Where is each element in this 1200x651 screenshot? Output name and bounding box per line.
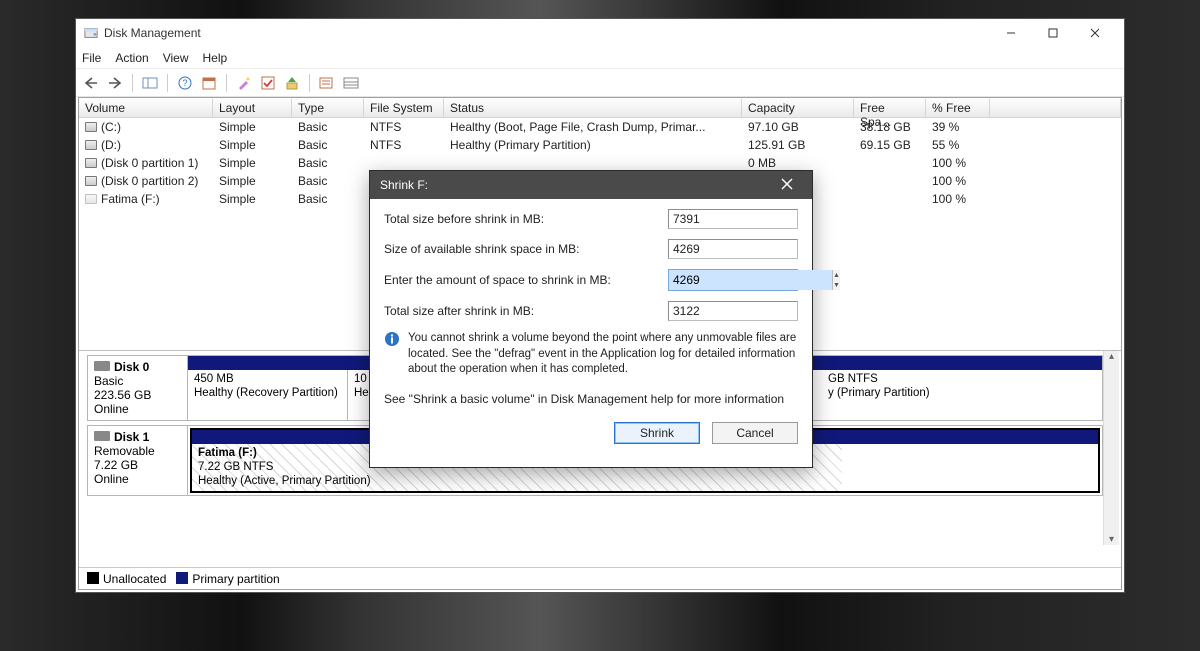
disk-name: Disk 0 (114, 360, 149, 374)
part-line2: y (Primary Partition) (828, 387, 1096, 401)
app-icon (84, 26, 98, 40)
col-volume[interactable]: Volume (79, 98, 213, 118)
scroll-down-icon[interactable]: ▾ (1109, 534, 1114, 545)
part-line1: GB NTFS (828, 373, 1096, 387)
menu-view[interactable]: View (163, 51, 189, 65)
col-free[interactable]: Free Spa... (854, 98, 926, 118)
shrink-amount-stepper[interactable]: ▲ ▼ (668, 269, 798, 291)
legend-unallocated: Unallocated (87, 572, 166, 586)
scrollbar[interactable]: ▴ ▾ (1103, 351, 1119, 545)
volume-icon (85, 176, 97, 186)
col-capacity[interactable]: Capacity (742, 98, 854, 118)
disk1-info: Disk 1 Removable 7.22 GB Online (88, 426, 188, 495)
label-after: Total size after shrink in MB: (384, 304, 668, 318)
label-total-before: Total size before shrink in MB: (384, 212, 668, 226)
value-total-before: 7391 (668, 209, 798, 229)
dialog-note: You cannot shrink a volume beyond the po… (408, 331, 798, 378)
disk0-part0[interactable]: 450 MB Healthy (Recovery Partition) (188, 370, 348, 420)
disk-state: Online (94, 402, 181, 416)
label-avail: Size of available shrink space in MB: (384, 242, 668, 256)
volume-icon (85, 158, 97, 168)
label-enter: Enter the amount of space to shrink in M… (384, 273, 668, 287)
properties-icon[interactable] (318, 74, 336, 92)
close-button[interactable] (1074, 19, 1116, 47)
info-icon (384, 331, 400, 347)
volume-icon (85, 140, 97, 150)
col-fs[interactable]: File System (364, 98, 444, 118)
disk-type: Basic (94, 374, 181, 388)
volume-icon (85, 122, 97, 132)
col-type[interactable]: Type (292, 98, 364, 118)
minimize-button[interactable] (990, 19, 1032, 47)
shrink-dialog: Shrink F: Total size before shrink in MB… (369, 170, 813, 468)
close-icon (781, 178, 793, 190)
table-row[interactable]: (C:)SimpleBasicNTFSHealthy (Boot, Page F… (79, 118, 1121, 136)
disk-size: 7.22 GB (94, 458, 181, 472)
dialog-close-button[interactable] (772, 177, 802, 193)
help-icon[interactable]: ? (176, 74, 194, 92)
swatch-blue (176, 572, 188, 584)
disk-state: Online (94, 472, 181, 486)
calendar-icon[interactable] (200, 74, 218, 92)
titlebar[interactable]: Disk Management (76, 19, 1124, 47)
grid-header: Volume Layout Type File System Status Ca… (79, 98, 1121, 118)
disk-type: Removable (94, 444, 181, 458)
stepper-up-icon[interactable]: ▲ (833, 270, 840, 280)
part-line3: Healthy (Active, Primary Partition) (198, 475, 836, 489)
forward-icon[interactable] (106, 74, 124, 92)
dialog-titlebar[interactable]: Shrink F: (370, 171, 812, 199)
col-spacer (990, 98, 1121, 118)
scroll-up-icon[interactable]: ▴ (1109, 351, 1114, 362)
cancel-button[interactable]: Cancel (712, 422, 798, 444)
table-row[interactable]: (D:)SimpleBasicNTFSHealthy (Primary Part… (79, 136, 1121, 154)
menu-file[interactable]: File (82, 51, 101, 65)
legend-primary: Primary partition (176, 572, 279, 586)
col-layout[interactable]: Layout (213, 98, 292, 118)
menu-action[interactable]: Action (115, 51, 148, 65)
part-status: Healthy (Recovery Partition) (194, 387, 341, 401)
show-hide-tree-icon[interactable] (141, 74, 159, 92)
stepper-down-icon[interactable]: ▼ (833, 280, 840, 290)
disk-name: Disk 1 (114, 430, 149, 444)
value-avail: 4269 (668, 239, 798, 259)
list-view-icon[interactable] (342, 74, 360, 92)
menubar: File Action View Help (76, 47, 1124, 69)
window-title: Disk Management (104, 26, 990, 40)
back-icon[interactable] (82, 74, 100, 92)
legend: Unallocated Primary partition (79, 567, 1121, 589)
wizard-icon[interactable] (235, 74, 253, 92)
part-size: 450 MB (194, 373, 341, 387)
disk-icon (94, 361, 110, 371)
svg-text:?: ? (182, 78, 187, 88)
col-status[interactable]: Status (444, 98, 742, 118)
toolbar: ? (76, 69, 1124, 97)
value-after: 3122 (668, 301, 798, 321)
dialog-title: Shrink F: (380, 178, 772, 192)
check-icon[interactable] (259, 74, 277, 92)
disk-size: 223.56 GB (94, 388, 181, 402)
col-pctfree[interactable]: % Free (926, 98, 990, 118)
volume-icon (85, 194, 97, 204)
menu-help[interactable]: Help (203, 51, 228, 65)
up-arrow-icon[interactable] (283, 74, 301, 92)
swatch-black (87, 572, 99, 584)
shrink-button[interactable]: Shrink (614, 422, 700, 444)
maximize-button[interactable] (1032, 19, 1074, 47)
dialog-help-text: See "Shrink a basic volume" in Disk Mana… (384, 392, 798, 406)
disk-icon (94, 431, 110, 441)
disk0-info: Disk 0 Basic 223.56 GB Online (88, 356, 188, 420)
shrink-amount-input[interactable] (669, 270, 832, 290)
